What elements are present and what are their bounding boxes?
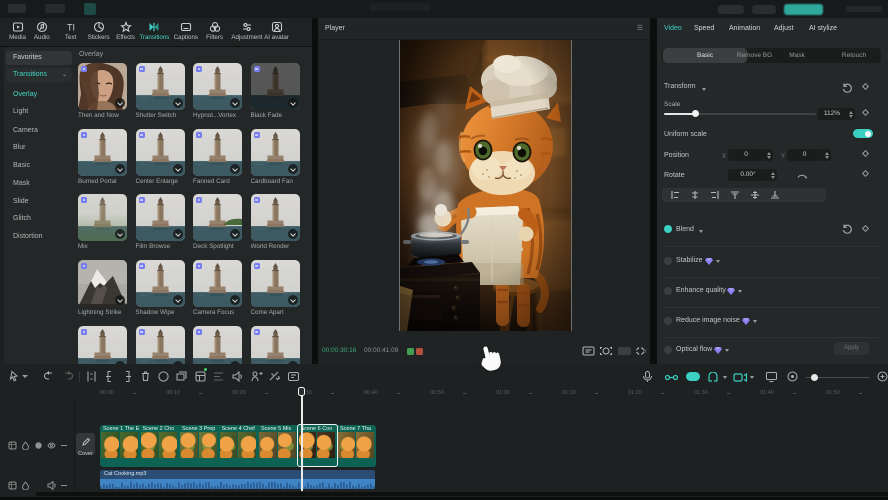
svg-text:TI: TI <box>67 23 75 33</box>
